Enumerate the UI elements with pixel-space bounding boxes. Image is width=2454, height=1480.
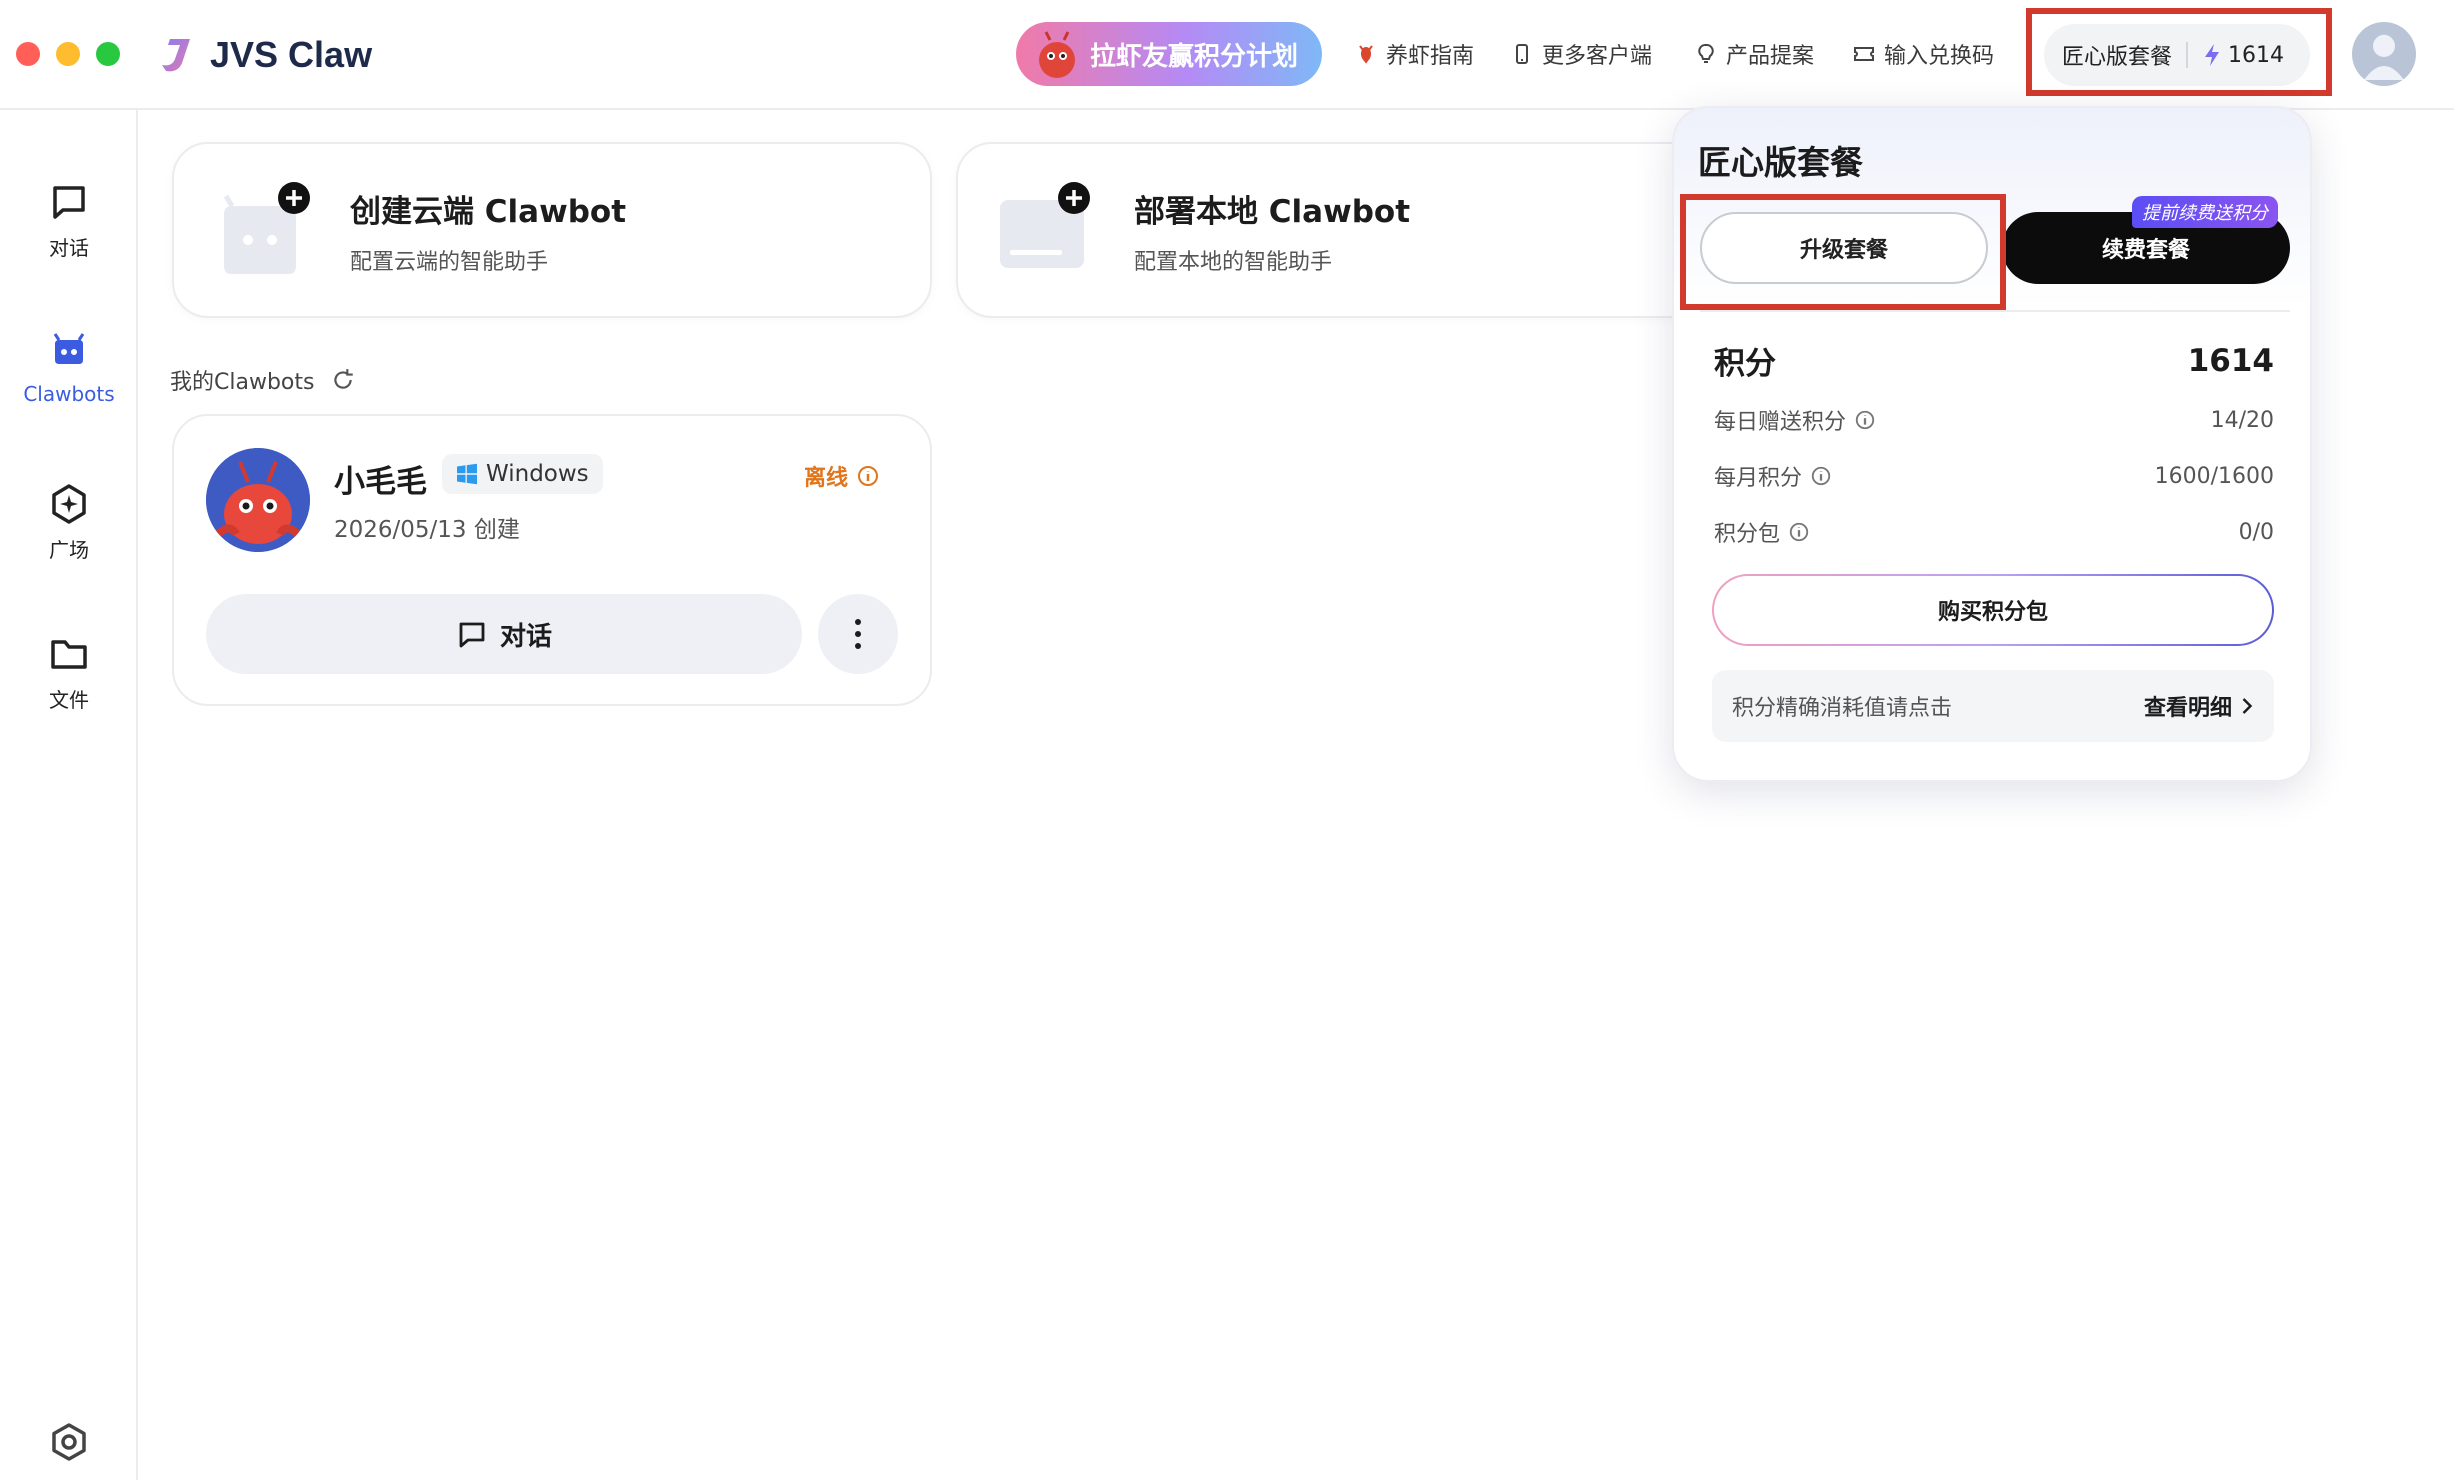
card-subtitle: 配置本地的智能助手 <box>1134 250 1333 275</box>
daily-points-row: 每日赠送积分 14/20 <box>1714 404 2274 436</box>
chat-icon <box>53 186 85 219</box>
chat-icon <box>459 622 485 648</box>
popup-divider <box>1700 310 2290 312</box>
my-clawbots-label: 我的Clawbots <box>170 370 315 395</box>
row-value: 1600/1600 <box>2154 463 2274 489</box>
points-label: 积分 <box>1714 346 1776 382</box>
bot-chat-button[interactable]: 对话 <box>206 594 802 674</box>
buy-points-pack-button[interactable]: 购买积分包 <box>1712 574 2274 646</box>
points-pack-row: 积分包 0/0 <box>1714 516 2274 548</box>
sidebar-item-label: 文件 <box>49 688 89 712</box>
nav-redeem-link[interactable]: 输入兑换码 <box>1852 36 1994 72</box>
nav-proposal-label: 产品提案 <box>1726 44 1815 69</box>
row-value: 14/20 <box>2210 407 2274 433</box>
local-bot-icon <box>1000 182 1090 268</box>
os-badge: Windows <box>442 454 603 494</box>
more-vertical-icon <box>855 619 861 649</box>
card-title: 部署本地 Clawbot <box>1134 194 1411 230</box>
card-title: 创建云端 Clawbot <box>350 194 627 230</box>
cloud-bot-icon <box>223 182 310 274</box>
row-label: 每日赠送积分 <box>1714 410 1847 435</box>
highlight-box-plan <box>2026 8 2332 96</box>
phone-icon <box>1516 44 1528 64</box>
refresh-icon[interactable] <box>330 367 356 393</box>
info-icon[interactable] <box>1810 465 1832 487</box>
clawbot-card[interactable]: 小毛毛 Windows 2026/05/13 创建 离线 对话 <box>172 414 932 706</box>
windows-icon <box>457 463 477 485</box>
app-logo-icon <box>162 39 190 72</box>
user-avatar[interactable] <box>2352 22 2416 86</box>
lobster-mascot-icon <box>1039 31 1075 78</box>
chevron-right-icon <box>2242 698 2253 714</box>
os-label: Windows <box>486 461 589 487</box>
lobster-avatar-icon <box>206 448 310 552</box>
sidebar-item-clawbots[interactable]: Clawbots <box>0 330 138 406</box>
user-avatar-icon <box>2364 35 2404 80</box>
consumption-details-row[interactable]: 积分精确消耗值请点击 查看明细 <box>1712 670 2274 742</box>
info-icon[interactable] <box>1788 521 1810 543</box>
folder-icon <box>51 640 87 669</box>
row-label: 每月积分 <box>1714 466 1803 491</box>
row-label: 积分包 <box>1714 522 1781 547</box>
view-details-link[interactable]: 查看明细 <box>2144 690 2254 722</box>
nav-clients-label: 更多客户端 <box>1542 44 1653 69</box>
sidebar-item-label: 对话 <box>49 236 89 260</box>
app-name: JVS Claw <box>210 34 373 75</box>
robot-icon <box>53 333 85 364</box>
bot-avatar <box>206 448 310 552</box>
create-cloud-clawbot-card[interactable]: 创建云端 Clawbot 配置云端的智能助手 <box>172 142 932 318</box>
sidebar-item-label: 广场 <box>49 538 89 562</box>
sidebar: 对话 Clawbots 广场 文件 <box>0 110 138 1480</box>
points-value: 1614 <box>2187 342 2274 379</box>
info-icon[interactable] <box>856 464 880 488</box>
sidebar-item-files[interactable]: 文件 <box>0 632 138 713</box>
nav-clients-link[interactable]: 更多客户端 <box>1510 36 1652 72</box>
nav-guide-label: 养虾指南 <box>1386 44 1475 69</box>
sidebar-item-chat[interactable]: 对话 <box>0 180 138 261</box>
bot-created-date: 2026/05/13 创建 <box>334 517 520 543</box>
renew-promo-tag: 提前续费送积分 <box>2132 196 2278 228</box>
settings-icon <box>52 1423 86 1461</box>
chat-button-label: 对话 <box>499 621 552 652</box>
popup-title: 匠心版套餐 <box>1698 143 1863 182</box>
monthly-points-row: 每月积分 1600/1600 <box>1714 460 2274 492</box>
deploy-local-clawbot-card[interactable]: 部署本地 Clawbot 配置本地的智能助手 <box>956 142 1716 318</box>
plaza-icon <box>52 484 86 524</box>
view-details-label: 查看明细 <box>2143 696 2232 721</box>
card-subtitle: 配置云端的智能助手 <box>350 250 549 275</box>
nav-redeem-label: 输入兑换码 <box>1884 44 1995 69</box>
lightbulb-icon <box>1698 43 1714 63</box>
status-label: 离线 <box>804 466 849 491</box>
sidebar-item-label: Clawbots <box>23 382 115 406</box>
nav-proposal-link[interactable]: 产品提案 <box>1694 36 1814 72</box>
bot-status: 离线 <box>804 460 880 492</box>
points-total-row: 积分 1614 <box>1714 338 2274 383</box>
sidebar-settings-button[interactable] <box>0 1420 138 1464</box>
title-bar: JVS Claw 拉虾友赢积分计划 养虾指南 更多客户端 产品提案 输入兑换码 … <box>0 0 2454 110</box>
more-options-button[interactable] <box>818 594 898 674</box>
consume-label: 积分精确消耗值请点击 <box>1732 696 1953 721</box>
app-brand: JVS Claw <box>156 28 372 82</box>
minimize-window-button[interactable] <box>56 42 80 66</box>
bot-name: 小毛毛 <box>334 464 427 500</box>
promo-banner-button[interactable]: 拉虾友赢积分计划 <box>1016 22 1322 86</box>
my-clawbots-header: 我的Clawbots <box>170 364 356 396</box>
nav-guide-link[interactable]: 养虾指南 <box>1354 36 1474 72</box>
row-value: 0/0 <box>2238 519 2274 545</box>
highlight-box-upgrade <box>1680 194 2006 310</box>
close-window-button[interactable] <box>16 42 40 66</box>
maximize-window-button[interactable] <box>96 42 120 66</box>
lobster-icon <box>1359 45 1373 64</box>
sidebar-item-plaza[interactable]: 广场 <box>0 482 138 563</box>
promo-label: 拉虾友赢积分计划 <box>1090 41 1299 72</box>
info-icon[interactable] <box>1854 409 1876 431</box>
ticket-icon <box>1854 47 1874 61</box>
